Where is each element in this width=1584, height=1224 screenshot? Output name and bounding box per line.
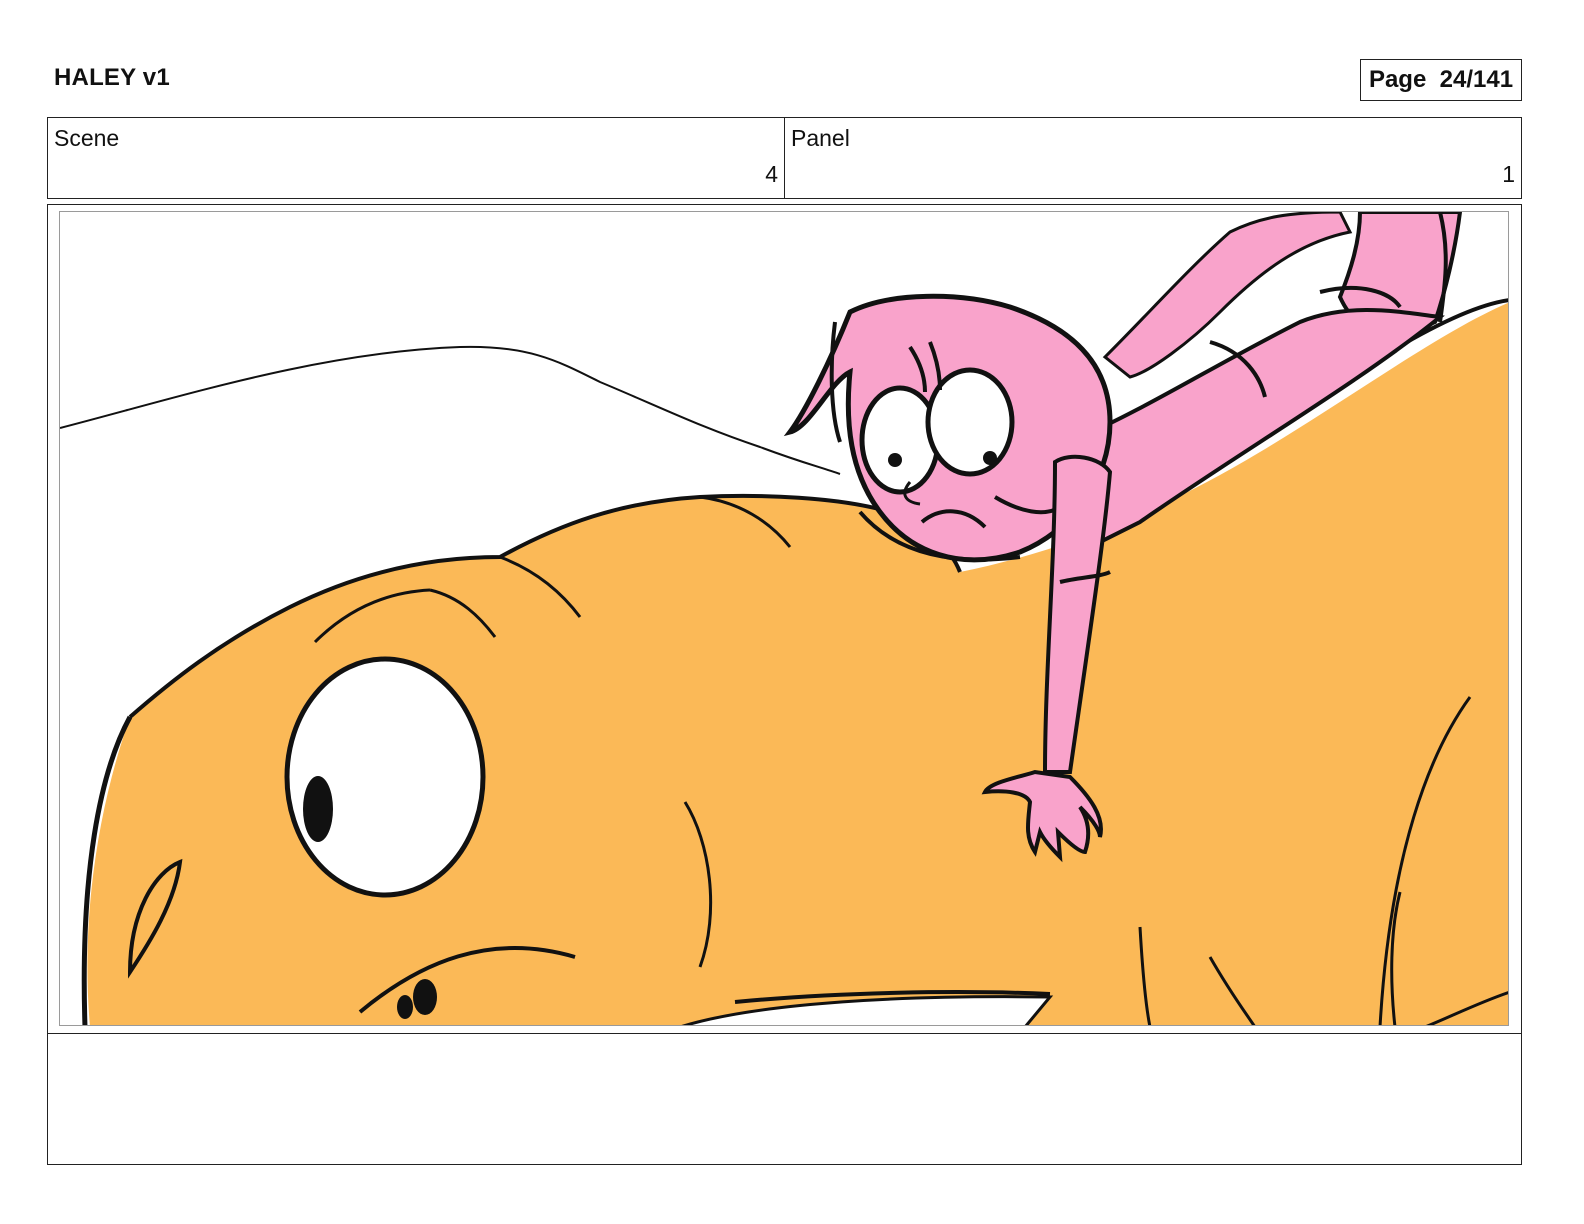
character-pupil-right xyxy=(983,451,997,465)
creature-tooth xyxy=(397,995,413,1019)
creature-pupil xyxy=(303,776,333,842)
panel-cell: Panel 1 xyxy=(784,118,1521,198)
scene-label: Scene xyxy=(54,125,120,151)
page-indicator: Page 24/141 xyxy=(1360,59,1522,101)
character-eye-left xyxy=(859,385,941,495)
scene-number: 4 xyxy=(765,161,778,187)
creature-tooth xyxy=(413,979,437,1015)
scene-panel-info: Scene 4 Panel 1 xyxy=(47,117,1522,199)
scene-cell: Scene 4 xyxy=(48,118,784,198)
notes-box xyxy=(47,1033,1522,1165)
panel-label: Panel xyxy=(791,125,850,151)
storyboard-drawing xyxy=(59,211,1509,1026)
panel-number: 1 xyxy=(1502,161,1515,187)
background-hill-line xyxy=(60,345,841,475)
document-title: HALEY v1 xyxy=(54,64,170,91)
character-pupil-left xyxy=(888,453,902,467)
